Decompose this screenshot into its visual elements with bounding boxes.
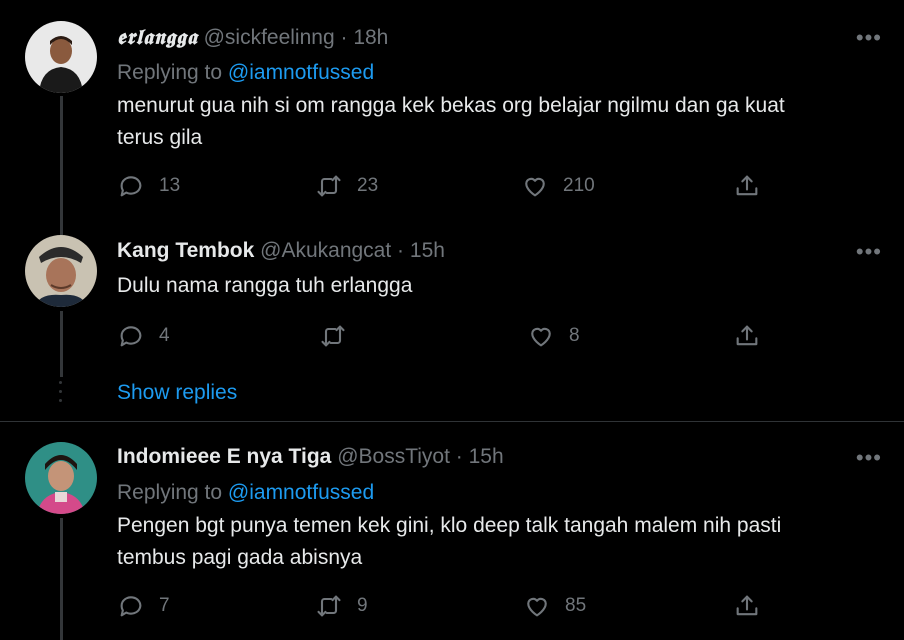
tweet-actions: 4 8 bbox=[117, 322, 777, 350]
tweet-header: 𝖊𝖗𝖑𝖆𝖓𝖌𝖌𝖆 @sickfeelinng · 18h bbox=[117, 24, 388, 51]
reply-icon bbox=[120, 326, 142, 347]
tweet-text-line: Dulu nama rangga tuh erlangga bbox=[117, 274, 413, 297]
reply-icon bbox=[120, 176, 142, 197]
timestamp[interactable]: 15h bbox=[469, 445, 504, 468]
retweet-button[interactable]: 9 bbox=[315, 592, 368, 620]
tweet-3[interactable]: Indomieee E nya Tiga @BossTiyot · 15h ••… bbox=[0, 422, 904, 640]
reply-button[interactable]: 4 bbox=[117, 322, 170, 350]
show-replies-link[interactable]: Show replies bbox=[117, 381, 237, 405]
tweet-text-line: tembus pagi gada abisnya bbox=[117, 546, 363, 569]
replying-to: Replying to @iamnotfussed bbox=[117, 480, 374, 506]
replying-prefix: Replying to bbox=[117, 61, 223, 84]
thread-line bbox=[60, 311, 63, 377]
thread-line bbox=[60, 215, 63, 235]
avatar[interactable] bbox=[25, 442, 97, 514]
tweet-text-line: terus gila bbox=[117, 126, 203, 149]
tweet-header: Indomieee E nya Tiga @BossTiyot · 15h bbox=[117, 444, 504, 470]
mention-link[interactable]: @iamnotfussed bbox=[228, 481, 374, 504]
user-handle[interactable]: @BossTiyot bbox=[337, 445, 450, 468]
retweet-button[interactable] bbox=[319, 322, 361, 350]
tweet-header: Kang Tembok @Akukangcat · 15h bbox=[117, 238, 445, 264]
like-button[interactable]: 8 bbox=[527, 322, 580, 350]
retweet-icon bbox=[317, 595, 341, 617]
like-icon bbox=[531, 327, 551, 347]
avatar[interactable] bbox=[25, 235, 97, 307]
tweet-text: menurut gua nih si om rangga kek bekas o… bbox=[117, 90, 877, 154]
like-button[interactable]: 210 bbox=[521, 172, 595, 200]
thread-line bbox=[60, 96, 63, 220]
like-count: 210 bbox=[563, 175, 595, 196]
like-count: 85 bbox=[565, 595, 587, 616]
like-icon bbox=[527, 597, 547, 617]
separator-dot: · bbox=[397, 239, 405, 262]
tweet-2[interactable]: Kang Tembok @Akukangcat · 15h ••• Dulu n… bbox=[0, 215, 904, 421]
display-name[interactable]: 𝖊𝖗𝖑𝖆𝖓𝖌𝖌𝖆 bbox=[117, 24, 198, 49]
thread-line bbox=[60, 518, 63, 640]
retweet-button[interactable]: 23 bbox=[315, 172, 378, 200]
display-name[interactable]: Kang Tembok bbox=[117, 239, 254, 262]
reply-icon bbox=[120, 596, 142, 617]
replying-prefix: Replying to bbox=[117, 481, 223, 504]
user-handle[interactable]: @Akukangcat bbox=[260, 239, 391, 262]
tweet-text-line: menurut gua nih si om rangga kek bekas o… bbox=[117, 94, 785, 117]
more-icon[interactable]: ••• bbox=[856, 447, 882, 469]
tweet-actions: 7 9 85 bbox=[117, 592, 777, 620]
thread-dots bbox=[59, 381, 62, 408]
more-icon[interactable]: ••• bbox=[856, 241, 882, 263]
more-icon[interactable]: ••• bbox=[856, 27, 882, 49]
share-icon bbox=[736, 325, 758, 346]
like-button[interactable]: 85 bbox=[523, 592, 586, 620]
tweet-1[interactable]: 𝖊𝖗𝖑𝖆𝖓𝖌𝖌𝖆 @sickfeelinng · 18h ••• Replyin… bbox=[0, 0, 904, 220]
timestamp[interactable]: 18h bbox=[353, 26, 388, 49]
like-icon bbox=[525, 177, 545, 197]
share-button[interactable] bbox=[733, 322, 761, 350]
like-count: 8 bbox=[569, 325, 580, 346]
avatar[interactable] bbox=[25, 21, 97, 93]
separator-dot: · bbox=[455, 445, 463, 468]
replying-to: Replying to @iamnotfussed bbox=[117, 60, 374, 86]
reply-button[interactable]: 7 bbox=[117, 592, 170, 620]
user-handle[interactable]: @sickfeelinng bbox=[204, 26, 335, 49]
display-name[interactable]: Indomieee E nya Tiga bbox=[117, 445, 331, 468]
tweet-actions: 13 23 210 bbox=[117, 172, 777, 200]
share-icon bbox=[736, 175, 758, 196]
retweet-icon bbox=[317, 175, 341, 197]
timestamp[interactable]: 15h bbox=[410, 239, 445, 262]
tweet-text: Pengen bgt punya temen kek gini, klo dee… bbox=[117, 510, 877, 574]
reply-count: 13 bbox=[159, 175, 181, 196]
retweet-count: 23 bbox=[357, 175, 379, 196]
retweet-count: 9 bbox=[357, 595, 368, 616]
retweet-icon bbox=[321, 325, 345, 347]
share-button[interactable] bbox=[733, 172, 761, 200]
tweet-text: Dulu nama rangga tuh erlangga bbox=[117, 270, 877, 302]
share-button[interactable] bbox=[733, 592, 761, 620]
reply-count: 7 bbox=[159, 595, 170, 616]
separator-dot: · bbox=[340, 26, 348, 49]
reply-button[interactable]: 13 bbox=[117, 172, 180, 200]
mention-link[interactable]: @iamnotfussed bbox=[228, 61, 374, 84]
tweet-text-line: Pengen bgt punya temen kek gini, klo dee… bbox=[117, 514, 782, 537]
share-icon bbox=[736, 595, 758, 616]
reply-count: 4 bbox=[159, 325, 170, 346]
